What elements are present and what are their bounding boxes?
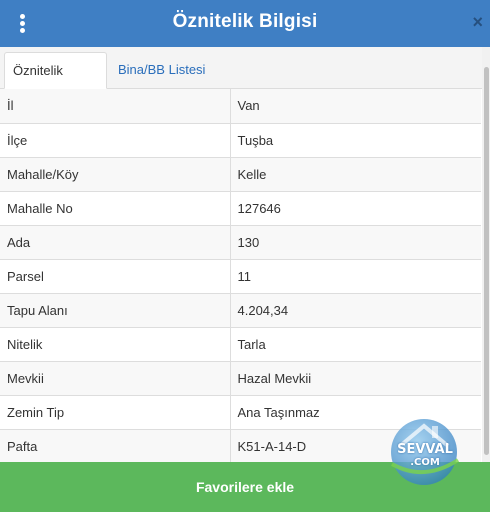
- attribute-value: Tarla: [230, 327, 481, 363]
- table-row: Nitelik Tarla: [0, 327, 481, 363]
- close-icon[interactable]: ×: [472, 12, 483, 33]
- attribute-value: 11: [230, 259, 481, 295]
- dialog-header: Öznitelik Bilgisi ×: [0, 0, 490, 47]
- table-row: Mevkii Hazal Mevkii: [0, 361, 481, 397]
- table-row: İl Van: [0, 89, 481, 124]
- attribute-value: Tuşba: [230, 123, 481, 158]
- attribute-key: Pafta: [0, 429, 231, 462]
- attribute-value: Ana Taşınmaz: [230, 395, 481, 431]
- attribute-value: 130: [230, 225, 481, 260]
- add-favorite-button[interactable]: Favorilere ekle: [0, 462, 490, 512]
- attribute-key: Mahalle No: [0, 191, 231, 226]
- scrollbar[interactable]: [482, 47, 490, 462]
- table-row: Pafta K51-A-14-D: [0, 429, 481, 462]
- attribute-key: Nitelik: [0, 327, 231, 363]
- table-row: Tapu Alanı 4.204,34: [0, 293, 481, 329]
- table-row: Mahalle/Köy Kelle: [0, 157, 481, 192]
- table-row: Parsel 11: [0, 259, 481, 295]
- attribute-key: Zemin Tip: [0, 395, 231, 431]
- tab-building-list[interactable]: Bina/BB Listesi: [110, 52, 213, 89]
- attribute-value: K51-A-14-D: [230, 429, 481, 462]
- attribute-key: İl: [0, 89, 231, 124]
- attribute-key: Ada: [0, 225, 231, 260]
- attribute-key: İlçe: [0, 123, 231, 158]
- table-row: Zemin Tip Ana Taşınmaz: [0, 395, 481, 431]
- tab-bar: Öznitelik Bilgisi Bina/BB Listesi: [0, 47, 482, 114]
- scrollbar-thumb[interactable]: [484, 67, 489, 455]
- attribute-key: Mahalle/Köy: [0, 157, 231, 192]
- attribute-key: Mevkii: [0, 361, 231, 397]
- table-row: İlçe Tuşba: [0, 123, 481, 158]
- attribute-key: Parsel: [0, 259, 231, 295]
- attribute-value: Kelle: [230, 157, 481, 192]
- tab-attribute-info[interactable]: Öznitelik Bilgisi: [4, 52, 107, 114]
- dialog-title: Öznitelik Bilgisi: [172, 11, 318, 32]
- attribute-value: 127646: [230, 191, 481, 226]
- attribute-value: Van: [230, 89, 481, 124]
- table-row: Ada 130: [0, 225, 481, 260]
- table-row: Mahalle No 127646: [0, 191, 481, 226]
- attribute-value: 4.204,34: [230, 293, 481, 329]
- attribute-key: Tapu Alanı: [0, 293, 231, 329]
- attribute-panel: İl Van İlçe Tuşba Mahalle/Köy Kelle Maha…: [0, 89, 482, 462]
- attribute-table: İl Van İlçe Tuşba Mahalle/Köy Kelle Maha…: [0, 89, 481, 462]
- attribute-value: Hazal Mevkii: [230, 361, 481, 397]
